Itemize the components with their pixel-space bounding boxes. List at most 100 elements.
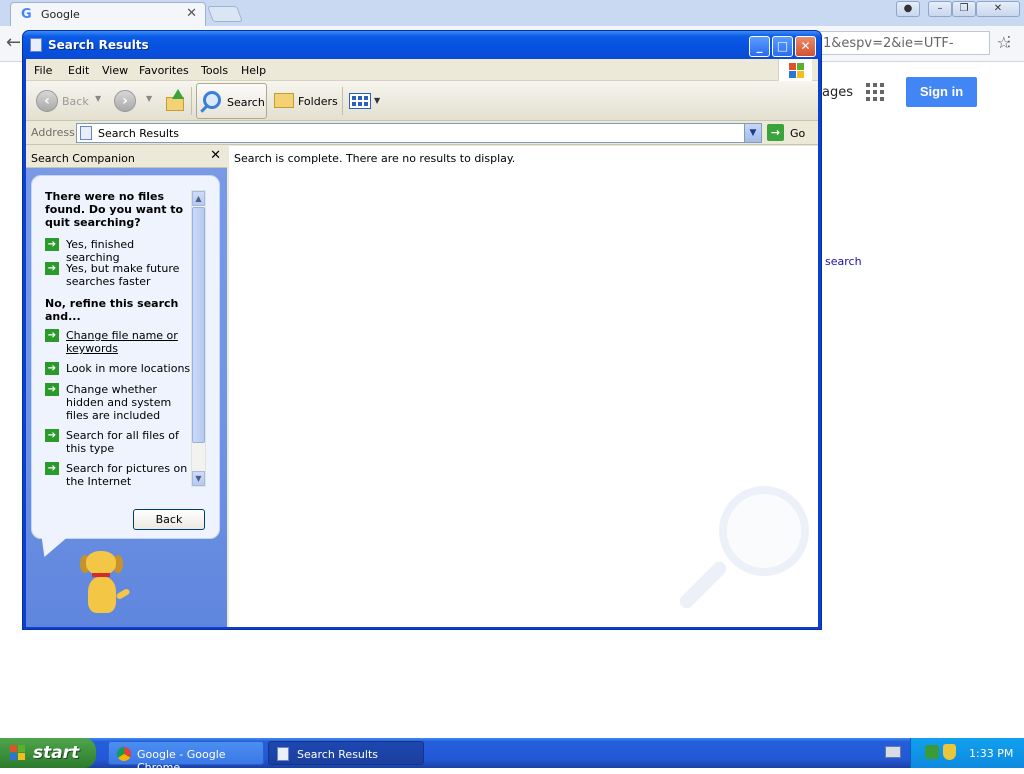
menu-help[interactable]: Help — [241, 64, 266, 77]
results-pane: Search is complete. There are no results… — [229, 146, 818, 627]
search-companion-title: Search Companion — [31, 152, 135, 165]
folder-icon — [274, 93, 294, 108]
search-companion-pane: Search Companion ✕ There were no files f… — [26, 146, 227, 627]
system-tray: 1:33 PM — [910, 738, 1024, 768]
sign-in-button[interactable]: Sign in — [906, 77, 977, 107]
chrome-tab-google[interactable]: G Google ✕ — [10, 2, 206, 26]
green-arrow-icon: ➔ — [45, 329, 59, 342]
menu-edit[interactable]: Edit — [68, 64, 89, 77]
scroll-up-icon[interactable]: ▲ — [192, 191, 205, 206]
menu-file[interactable]: File — [34, 64, 52, 77]
chrome-page-scrollbar[interactable] — [1010, 62, 1024, 738]
window-icon — [30, 38, 42, 52]
address-dropdown-icon[interactable]: ▼ — [744, 124, 761, 142]
maximize-button[interactable]: □ — [772, 36, 793, 57]
scroll-down-icon[interactable]: ▼ — [192, 471, 205, 486]
chrome-menu-icon[interactable]: ⋮ — [1002, 34, 1016, 50]
start-label: start — [33, 743, 80, 763]
search-results-icon — [80, 126, 92, 140]
companion-balloon: There were no files found. Do you want t… — [31, 175, 220, 539]
companion-close-icon[interactable]: ✕ — [210, 148, 221, 163]
back-arrow-icon[interactable]: ‹ — [36, 90, 58, 112]
task-label: Google - Google Chrome — [137, 748, 226, 774]
chrome-back-icon[interactable]: ← — [6, 32, 21, 53]
search-button-label: Search — [227, 96, 265, 109]
back-dropdown-icon[interactable]: ▼ — [95, 94, 101, 103]
companion-scrollbar[interactable]: ▲ ▼ — [191, 190, 206, 487]
clock[interactable]: 1:33 PM — [969, 747, 1013, 760]
tab-close-icon[interactable]: ✕ — [186, 6, 197, 21]
search-icon-handle — [200, 104, 209, 113]
results-message: Search is complete. There are no results… — [234, 152, 516, 165]
menu-view[interactable]: View — [102, 64, 128, 77]
folders-button-label: Folders — [298, 95, 338, 108]
minimize-button[interactable]: _ — [749, 36, 770, 57]
forward-dropdown-icon[interactable]: ▼ — [146, 94, 152, 103]
minimize-icon[interactable]: – — [928, 1, 952, 17]
close-button[interactable]: ✕ — [795, 36, 816, 57]
windows-logo-icon — [778, 59, 812, 81]
go-arrow-icon: → — [767, 124, 784, 141]
go-label: Go — [790, 127, 806, 140]
network-icon[interactable] — [925, 745, 939, 759]
close-icon[interactable]: ✕ — [976, 1, 1020, 17]
taskbar-item-chrome[interactable]: Google - Google Chrome — [108, 741, 264, 774]
new-tab-button[interactable] — [207, 6, 243, 22]
no-files-question: There were no files found. Do you want t… — [45, 190, 184, 229]
menu-tools[interactable]: Tools — [201, 64, 228, 77]
google-images-link[interactable]: ages — [822, 85, 853, 100]
up-folder-icon[interactable] — [164, 89, 186, 113]
taskbar-item-search-results[interactable]: Search Results — [268, 741, 424, 765]
google-apps-icon[interactable] — [866, 83, 886, 103]
menu-favorites[interactable]: Favorites — [139, 64, 189, 77]
address-field[interactable]: Search Results ▼ — [76, 123, 762, 143]
views-icon — [349, 93, 371, 109]
forward-arrow-icon[interactable]: › — [114, 90, 136, 112]
user-icon[interactable]: ● — [896, 1, 920, 17]
option-label: Yes, finished searching — [66, 238, 135, 264]
search-results-icon — [277, 747, 289, 761]
chrome-icon — [117, 747, 131, 761]
restore-icon[interactable]: ❐ — [952, 1, 976, 17]
task-label: Search Results — [297, 748, 379, 761]
address-value: Search Results — [98, 127, 180, 140]
search-dog-icon[interactable] — [76, 551, 136, 621]
option-label: Search for pictures on the Internet — [66, 462, 188, 488]
folders-button[interactable]: Folders — [270, 83, 340, 119]
start-button[interactable]: start — [0, 738, 96, 768]
address-label: Address — [31, 126, 75, 139]
toolbar-separator — [342, 87, 343, 115]
back-button-label[interactable]: Back — [62, 95, 89, 108]
green-arrow-icon: ➔ — [45, 383, 59, 396]
refine-heading: No, refine this search and... — [45, 297, 179, 323]
green-arrow-icon: ➔ — [45, 362, 59, 375]
chrome-tab-strip: G Google ✕ ● – ❐ ✕ — [0, 0, 1024, 26]
omnibox-url: 1&espv=2&ie=UTF- — [823, 36, 954, 51]
menu-bar: File Edit View Favorites Tools Help — [26, 59, 818, 81]
green-arrow-icon: ➔ — [45, 429, 59, 442]
security-shield-icon[interactable] — [943, 744, 956, 760]
google-search-link[interactable]: search — [825, 255, 862, 268]
green-arrow-icon: ➔ — [45, 238, 59, 251]
chrome-tab-title: Google — [41, 8, 80, 21]
search-companion-header: Search Companion ✕ — [26, 146, 227, 168]
option-label: Look in more locations — [66, 362, 191, 375]
companion-back-button[interactable]: Back — [133, 509, 205, 530]
scroll-thumb[interactable] — [192, 207, 205, 443]
views-dropdown-icon: ▼ — [374, 96, 381, 105]
taskbar: start Google - Google Chrome Search Resu… — [0, 738, 1024, 774]
standard-toolbar: ‹ Back ▼ › ▼ Search Folders ▼ — [26, 81, 818, 121]
go-button[interactable]: → Go — [766, 124, 816, 142]
option-label: Search for all files of this type — [66, 429, 179, 455]
option-label: Change file name or keywords — [66, 329, 178, 355]
green-arrow-icon: ➔ — [45, 262, 59, 275]
address-bar: Address Search Results ▼ → Go — [26, 121, 818, 145]
green-arrow-icon: ➔ — [45, 462, 59, 475]
option-label: Yes, but make future searches faster — [66, 262, 180, 288]
windows-flag-icon — [10, 745, 26, 761]
views-button[interactable]: ▼ — [344, 83, 382, 119]
search-button[interactable]: Search — [196, 83, 267, 119]
title-bar[interactable]: Search Results _ □ ✕ — [23, 31, 821, 59]
keyboard-icon[interactable] — [885, 746, 901, 758]
window-title: Search Results — [48, 38, 149, 52]
